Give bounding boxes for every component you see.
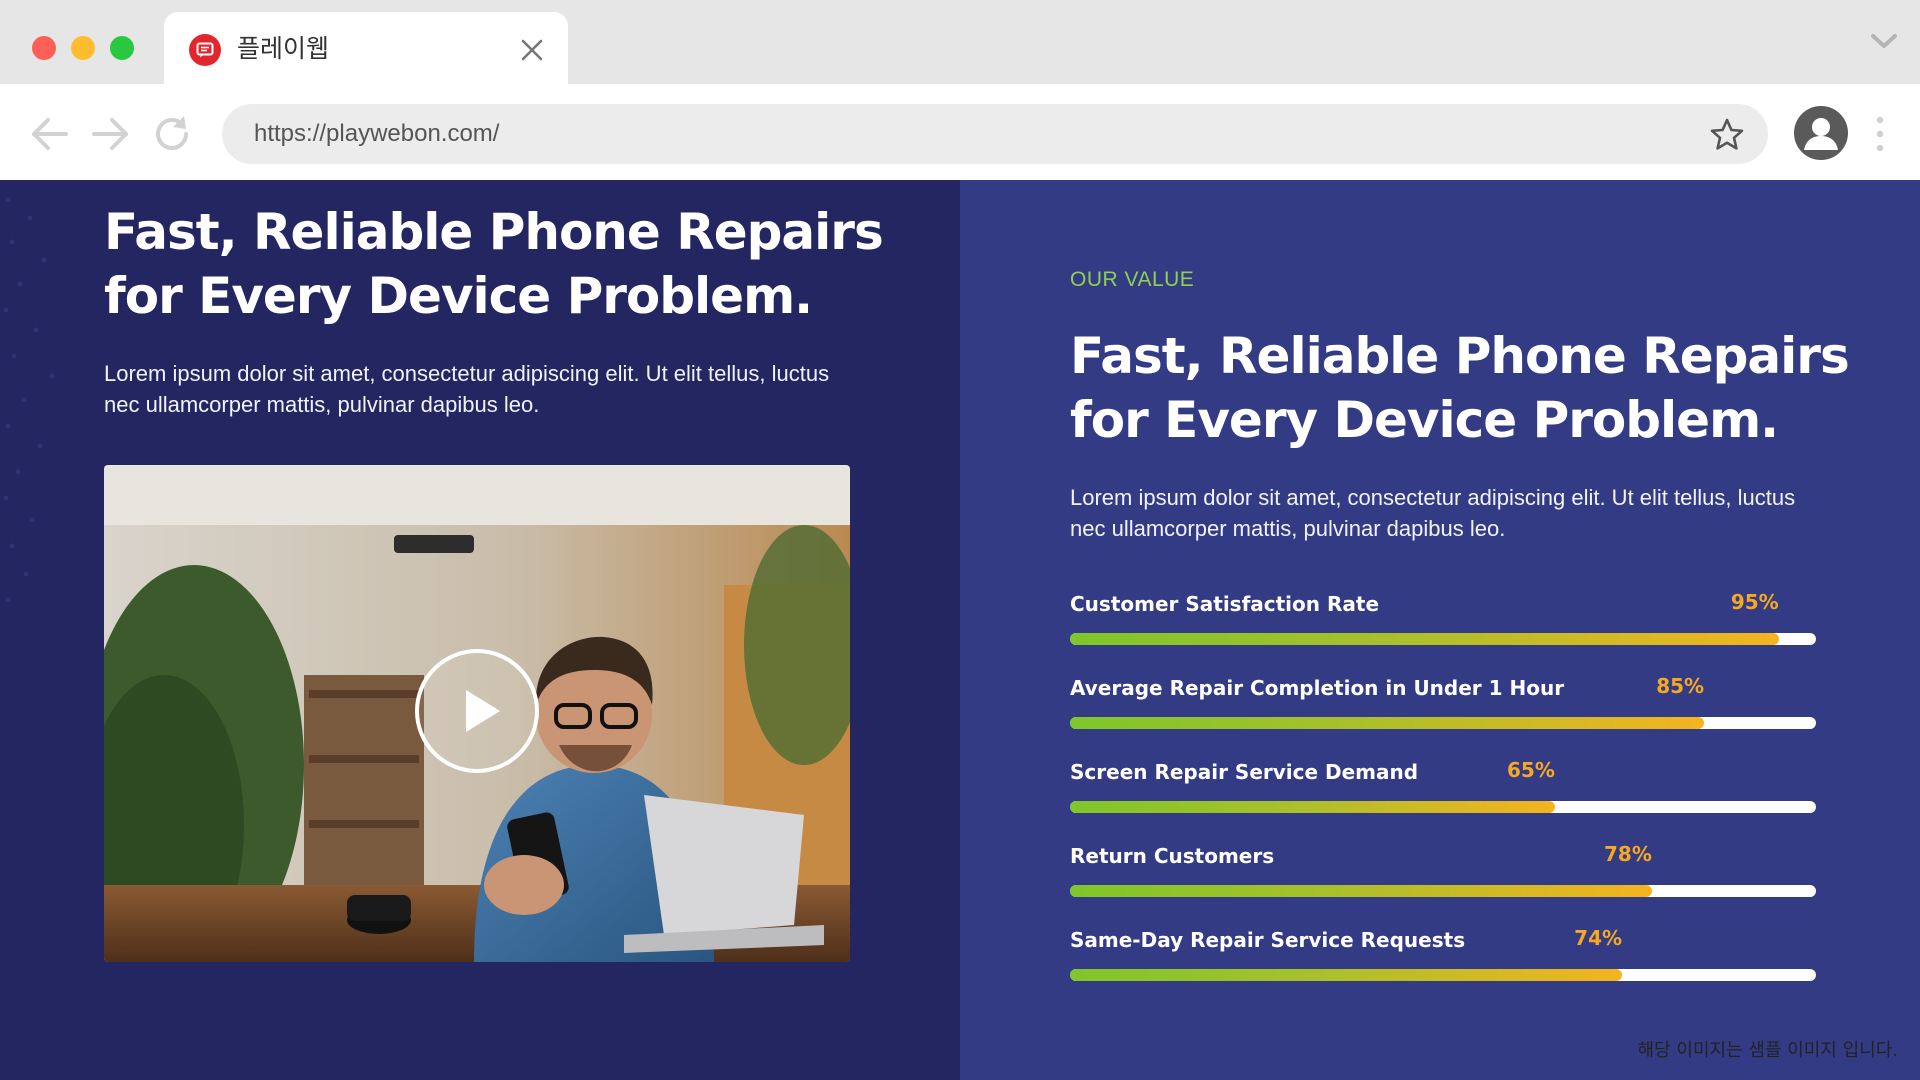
back-arrow-icon[interactable] [28,112,72,156]
progress-label: Customer Satisfaction Rate [1070,592,1380,616]
site-favicon-icon [189,34,221,66]
right-values-panel: OUR VALUE Fast, Reliable Phone Repairs f… [960,180,1920,1080]
tab-title: 플레이웹 [237,34,330,63]
address-bar[interactable]: https://playwebon.com/ [222,104,1768,164]
progress-percent: 74% [1574,926,1623,950]
progress-label: Screen Repair Service Demand [1070,760,1419,784]
progress-fill [1070,717,1705,729]
section-eyebrow: OUR VALUE [1070,268,1195,291]
window-minimize-button[interactable] [71,36,95,60]
progress-item: Same-Day Repair Service Requests 74% [1070,926,1816,1010]
progress-track [1070,633,1816,645]
progress-item: Return Customers 78% [1070,842,1816,926]
reload-icon[interactable] [150,112,194,156]
sample-image-caption: 해당 이미지는 샘플 이미지 입니다. [1637,1040,1898,1061]
left-hero-heading: Fast, Reliable Phone Repairs for Every D… [104,203,884,325]
decorative-dot-pattern [3,197,55,603]
progress-item: Average Repair Completion in Under 1 Hou… [1070,674,1816,758]
browser-toolbar: https://playwebon.com/ [0,84,1920,180]
progress-item: Customer Satisfaction Rate 95% [1070,590,1816,674]
tab-close-icon[interactable] [516,34,548,66]
right-heading: Fast, Reliable Phone Repairs for Every D… [1070,327,1850,449]
progress-percent: 65% [1507,758,1555,782]
browser-menu-icon[interactable] [1870,112,1890,156]
progress-fill [1070,801,1555,813]
browser-tab-bar: 플레이웹 [0,0,1920,84]
progress-label: Average Repair Completion in Under 1 Hou… [1070,676,1565,700]
progress-fill [1070,885,1652,897]
progress-percent: 85% [1656,674,1705,698]
progress-label: Same-Day Repair Service Requests [1070,928,1466,952]
progress-track [1070,801,1816,813]
left-hero-panel: Fast, Reliable Phone Repairs for Every D… [0,180,960,1080]
profile-avatar-icon[interactable] [1794,106,1848,160]
window-close-button[interactable] [32,36,56,60]
progress-percent: 78% [1604,842,1652,866]
progress-track [1070,717,1816,729]
web-page: Fast, Reliable Phone Repairs for Every D… [0,180,1920,1080]
progress-bar-list: Customer Satisfaction Rate 95% Average R… [1070,590,1816,1010]
progress-fill [1070,969,1623,981]
browser-tab[interactable]: 플레이웹 [164,12,568,84]
progress-fill [1070,633,1779,645]
tab-list-chevron-down-icon[interactable] [1868,30,1900,52]
forward-arrow-icon[interactable] [88,112,132,156]
url-text[interactable]: https://playwebon.com/ [254,118,499,150]
play-icon[interactable] [412,646,542,776]
progress-track [1070,969,1816,981]
progress-label: Return Customers [1070,844,1275,868]
progress-item: Screen Repair Service Demand 65% [1070,758,1816,842]
progress-percent: 95% [1730,590,1779,614]
window-maximize-button[interactable] [110,36,134,60]
video-thumbnail[interactable] [104,465,850,962]
right-paragraph: Lorem ipsum dolor sit amet, consectetur … [1070,485,1796,541]
left-hero-paragraph: Lorem ipsum dolor sit amet, consectetur … [104,361,830,417]
progress-track [1070,885,1816,897]
bookmark-star-icon[interactable] [1708,116,1746,154]
